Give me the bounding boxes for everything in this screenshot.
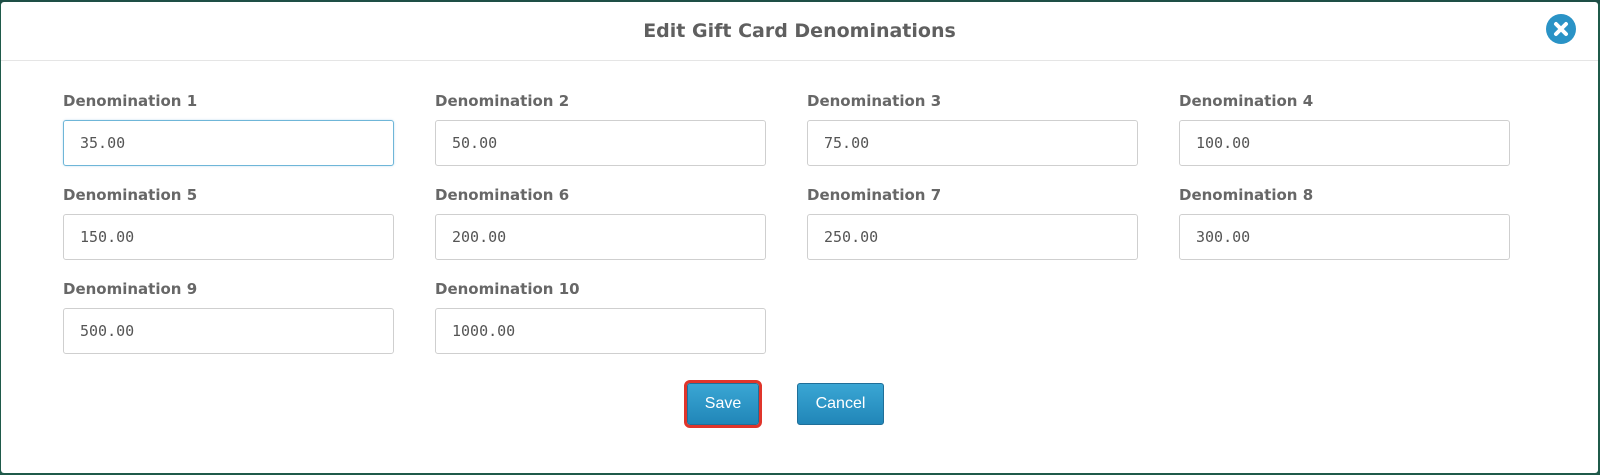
denomination-1-label: Denomination 1 [63, 92, 198, 110]
denomination-9-label: Denomination 9 [63, 280, 198, 298]
denomination-1-group: Denomination 1 [63, 90, 394, 166]
close-button[interactable] [1546, 14, 1576, 44]
dialog-title: Edit Gift Card Denominations [643, 20, 956, 42]
denomination-9-input[interactable] [63, 308, 394, 354]
dialog-header: Edit Gift Card Denominations [1, 2, 1598, 61]
denomination-3-label: Denomination 3 [807, 92, 942, 110]
denomination-3-input[interactable] [807, 120, 1138, 166]
denomination-6-group: Denomination 6 [435, 184, 766, 260]
denomination-4-input[interactable] [1179, 120, 1510, 166]
denomination-2-input[interactable] [435, 120, 766, 166]
denominations-grid: Denomination 1 Denomination 2 Denominati… [63, 90, 1543, 354]
dialog-actions: Save Cancel [1, 380, 1598, 428]
close-icon [1554, 22, 1568, 36]
denomination-4-label: Denomination 4 [1179, 92, 1314, 110]
denomination-8-input[interactable] [1179, 214, 1510, 260]
cancel-button[interactable]: Cancel [797, 383, 884, 425]
denomination-3-group: Denomination 3 [807, 90, 1138, 166]
denomination-10-input[interactable] [435, 308, 766, 354]
denomination-9-group: Denomination 9 [63, 278, 394, 354]
denomination-5-input[interactable] [63, 214, 394, 260]
denomination-8-label: Denomination 8 [1179, 186, 1314, 204]
denomination-7-group: Denomination 7 [807, 184, 1138, 260]
denomination-5-label: Denomination 5 [63, 186, 198, 204]
denomination-8-group: Denomination 8 [1179, 184, 1510, 260]
denomination-6-label: Denomination 6 [435, 186, 570, 204]
denomination-10-label: Denomination 10 [435, 280, 580, 298]
denomination-2-label: Denomination 2 [435, 92, 570, 110]
denomination-7-label: Denomination 7 [807, 186, 942, 204]
denomination-6-input[interactable] [435, 214, 766, 260]
edit-denominations-dialog: Edit Gift Card Denominations Denominatio… [1, 2, 1598, 473]
save-button[interactable]: Save [684, 380, 762, 428]
denomination-7-input[interactable] [807, 214, 1138, 260]
denomination-1-input[interactable] [63, 120, 394, 166]
denomination-5-group: Denomination 5 [63, 184, 394, 260]
denomination-10-group: Denomination 10 [435, 278, 766, 354]
denomination-4-group: Denomination 4 [1179, 90, 1510, 166]
denomination-2-group: Denomination 2 [435, 90, 766, 166]
